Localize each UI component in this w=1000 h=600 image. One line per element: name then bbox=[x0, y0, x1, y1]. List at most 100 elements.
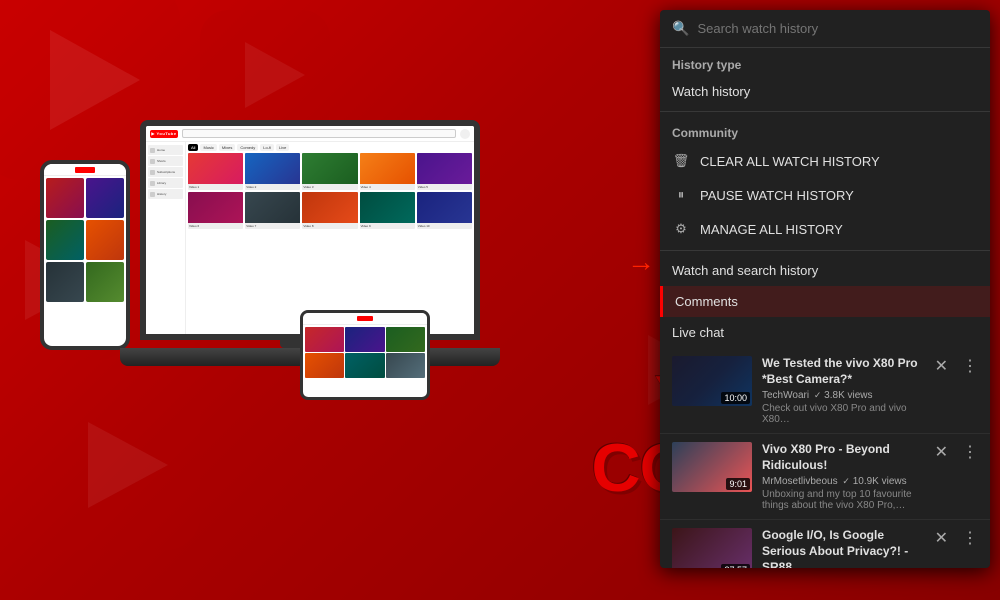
video-more-1[interactable]: ⋮ bbox=[962, 356, 978, 376]
settings-icon: ⚙ bbox=[672, 220, 690, 238]
phone-rv-5 bbox=[345, 353, 384, 378]
video-item-3: 37:57 Google I/O, Is Google Serious Abou… bbox=[660, 520, 990, 568]
yt-header: ▶ YouTube bbox=[146, 126, 474, 142]
yt-sidebar-shorts: Shorts bbox=[148, 156, 183, 166]
history-type-label: History type bbox=[660, 48, 990, 76]
phone-rv-2 bbox=[345, 327, 384, 352]
yt-card-2: Video 2 bbox=[245, 153, 300, 190]
phone-screen-right bbox=[303, 313, 427, 397]
search-watch-history-input[interactable] bbox=[697, 21, 978, 36]
yt-card-4: Video 4 bbox=[360, 153, 415, 190]
panel-divider-2 bbox=[660, 250, 990, 251]
yt-filter-chips: All Music Mixes Comedy Lo-fi Live bbox=[188, 144, 472, 151]
video-item-1: 10:00 We Tested the vivo X80 Pro *Best C… bbox=[660, 348, 990, 434]
yt-main-content: All Music Mixes Comedy Lo-fi Live Video … bbox=[186, 142, 474, 334]
video-info-3: Google I/O, Is Google Serious About Priv… bbox=[762, 528, 925, 568]
video-close-1[interactable]: ✕ bbox=[935, 356, 948, 376]
phone-right bbox=[300, 310, 430, 400]
phone-rv-1 bbox=[305, 327, 344, 352]
video-title-3: Google I/O, Is Google Serious About Priv… bbox=[762, 528, 925, 568]
phone-header-right bbox=[303, 313, 427, 325]
chip-mixes: Mixes bbox=[219, 144, 235, 151]
yt-sidebar-home: Home bbox=[148, 145, 183, 155]
video-duration-1: 10:00 bbox=[721, 392, 750, 404]
manage-all-history-button[interactable]: ⚙ MANAGE ALL HISTORY bbox=[660, 212, 990, 246]
yt-logo-laptop: ▶ YouTube bbox=[150, 130, 178, 138]
chip-lofi: Lo-fi bbox=[260, 144, 274, 151]
live-chat-item[interactable]: Live chat bbox=[660, 317, 990, 348]
yt-dropdown-panel: 🔍 History type Watch history Community 🗑… bbox=[660, 10, 990, 568]
yt-card-8: Video 8 bbox=[302, 192, 357, 229]
comments-arrow: → bbox=[627, 246, 655, 278]
yt-card-5: Video 5 bbox=[417, 153, 472, 190]
yt-body: Home Shorts Subscriptions Library bbox=[146, 142, 474, 334]
yt-sidebar-library: Library bbox=[148, 178, 183, 188]
comments-history-item[interactable]: Comments bbox=[660, 286, 990, 317]
video-desc-2: Unboxing and my top 10 favourite things … bbox=[762, 489, 925, 511]
phone-right-grid bbox=[303, 325, 427, 380]
trash-icon: 🗑 bbox=[672, 152, 690, 170]
phone-video-6 bbox=[86, 262, 124, 302]
phone-yt-logo-right bbox=[357, 316, 373, 321]
video-close-3[interactable]: ✕ bbox=[935, 528, 948, 548]
video-views-2: 10.9K views bbox=[853, 476, 907, 487]
phone-header-left bbox=[44, 164, 126, 176]
phone-screen-left bbox=[44, 164, 126, 346]
library-icon-laptop bbox=[150, 181, 155, 186]
community-label: Community bbox=[660, 116, 990, 144]
watch-history-item[interactable]: Watch history bbox=[660, 76, 990, 107]
video-more-3[interactable]: ⋮ bbox=[962, 528, 978, 548]
yt-card-7: Video 7 bbox=[245, 192, 300, 229]
phone-left bbox=[40, 160, 130, 350]
comments-label: Comments bbox=[675, 294, 738, 309]
video-item-2: 9:01 Vivo X80 Pro - Beyond Ridiculous! M… bbox=[660, 434, 990, 520]
video-info-2: Vivo X80 Pro - Beyond Ridiculous! MrMose… bbox=[762, 442, 925, 511]
shorts-icon-laptop bbox=[150, 159, 155, 164]
verified-icon-2: ✓ bbox=[842, 476, 850, 486]
pause-icon: ⏸ bbox=[672, 186, 690, 204]
chip-music: Music bbox=[200, 144, 216, 151]
panel-search-bar: 🔍 bbox=[660, 10, 990, 48]
yt-card-3: Video 3 bbox=[302, 153, 357, 190]
phone-yt-logo bbox=[75, 167, 95, 173]
video-channel-1: TechWoari ✓ 3.8K views bbox=[762, 390, 925, 401]
phone-rv-4 bbox=[305, 353, 344, 378]
live-chat-label: Live chat bbox=[672, 325, 724, 340]
clear-all-history-button[interactable]: 🗑 CLEAR ALL WATCH HISTORY bbox=[660, 144, 990, 178]
home-icon-laptop bbox=[150, 148, 155, 153]
video-history-list: 10:00 We Tested the vivo X80 Pro *Best C… bbox=[660, 348, 990, 568]
verified-icon-1: ✓ bbox=[814, 390, 822, 400]
phone-video-4 bbox=[86, 220, 124, 260]
panel-divider-1 bbox=[660, 111, 990, 112]
yt-sidebar-subscriptions: Subscriptions bbox=[148, 167, 183, 177]
video-info-1: We Tested the vivo X80 Pro *Best Camera?… bbox=[762, 356, 925, 425]
yt-avatar-laptop bbox=[460, 129, 470, 139]
video-desc-1: Check out vivo X80 Pro and vivo X80 http… bbox=[762, 403, 925, 425]
history-icon-laptop bbox=[150, 192, 155, 197]
sub-icon-laptop bbox=[150, 170, 155, 175]
yt-sidebar-laptop: Home Shorts Subscriptions Library bbox=[146, 142, 186, 334]
manage-label: MANAGE ALL HISTORY bbox=[700, 222, 843, 237]
phone-video-2 bbox=[86, 178, 124, 218]
video-thumb-3: 37:57 bbox=[672, 528, 752, 568]
video-close-2[interactable]: ✕ bbox=[935, 442, 948, 462]
phone-video-5 bbox=[46, 262, 84, 302]
watch-search-history-item[interactable]: Watch and search history bbox=[660, 255, 990, 286]
yt-video-grid: Video 1 Video 2 Video 3 Video 4 Video 5 … bbox=[188, 153, 472, 229]
yt-card-1: Video 1 bbox=[188, 153, 243, 190]
chip-live: Live bbox=[276, 144, 289, 151]
video-duration-3: 37:57 bbox=[721, 564, 750, 568]
pause-watch-history-button[interactable]: ⏸ PAUSE WATCH HISTORY bbox=[660, 178, 990, 212]
devices-container: ▶ YouTube Home Shorts bbox=[0, 80, 560, 580]
phone-video-3 bbox=[46, 220, 84, 260]
yt-card-9: Video 9 bbox=[360, 192, 415, 229]
phone-video-grid bbox=[44, 176, 126, 304]
video-more-2[interactable]: ⋮ bbox=[962, 442, 978, 462]
video-thumb-1: 10:00 bbox=[672, 356, 752, 406]
chip-comedy: Comedy bbox=[237, 144, 258, 151]
video-views-1: 3.8K views bbox=[824, 390, 872, 401]
pause-label: PAUSE WATCH HISTORY bbox=[700, 188, 854, 203]
yt-card-10: Video 10 bbox=[417, 192, 472, 229]
video-title-1: We Tested the vivo X80 Pro *Best Camera?… bbox=[762, 356, 925, 387]
yt-search-bar bbox=[182, 129, 456, 138]
